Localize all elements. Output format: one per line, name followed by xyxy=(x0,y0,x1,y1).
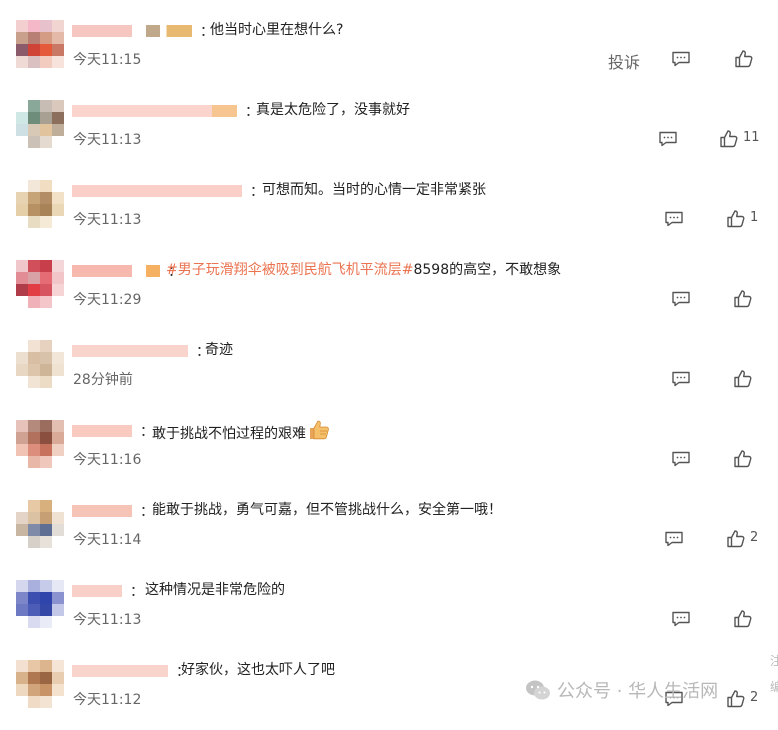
comment-body: 他当时心里在想什么? xyxy=(210,22,344,38)
comment-time: 今天11:13 xyxy=(73,132,142,148)
like-icon[interactable] xyxy=(732,288,754,310)
reply-icon[interactable] xyxy=(670,48,692,70)
hashtag-link[interactable]: #男子玩滑翔伞被吸到民航飞机平流层# xyxy=(166,262,413,278)
like-icon[interactable] xyxy=(732,368,754,390)
wechat-icon xyxy=(526,680,550,700)
comment-item: ：敢于挑战不怕过程的艰难 今天11:16 xyxy=(0,410,778,490)
avatar[interactable] xyxy=(16,500,64,548)
comment-time: 28分钟前 xyxy=(73,372,133,388)
like-icon[interactable] xyxy=(718,128,740,150)
comment-body: 可想而知。当时的心情一定非常紧张 xyxy=(262,182,486,198)
avatar[interactable] xyxy=(16,100,64,148)
comment-time: 今天11:15 xyxy=(73,52,142,68)
comment-body: 真是太危险了，没事就好 xyxy=(256,102,410,118)
avatar[interactable] xyxy=(16,580,64,628)
comment-item: ：奇迹 28分钟前 xyxy=(0,330,778,410)
reply-icon[interactable] xyxy=(657,128,679,150)
report-button[interactable]: 投诉 xyxy=(608,49,640,73)
like-icon[interactable] xyxy=(732,608,754,630)
reply-icon[interactable] xyxy=(670,608,692,630)
username[interactable]: ： xyxy=(72,664,198,680)
like-count: 2 xyxy=(750,530,759,545)
avatar[interactable] xyxy=(16,420,64,468)
username[interactable]: ： xyxy=(72,584,152,600)
comment-time: 今天11:14 xyxy=(73,532,142,548)
edge-marks: 注 编 xyxy=(770,648,778,700)
comment-item: ：他当时心里在想什么? 今天11:15 投诉 xyxy=(0,10,778,90)
comment-item: ：这种情况是非常危险的 今天11:13 xyxy=(0,570,778,650)
comment-text: #男子玩滑翔伞被吸到民航飞机平流层#8598的高空，不敢想象 xyxy=(166,258,561,282)
comment-text: 这种情况是非常危险的 xyxy=(145,578,285,602)
like-count: 11 xyxy=(743,130,760,145)
reply-icon[interactable] xyxy=(670,288,692,310)
comment-text: 好家伙，这也太吓人了吧 xyxy=(181,658,335,682)
comment-time: 今天11:12 xyxy=(73,692,142,708)
username[interactable]: ： xyxy=(72,24,222,40)
comment-item: ： #男子玩滑翔伞被吸到民航飞机平流层#8598的高空，不敢想象 今天11:29 xyxy=(0,250,778,330)
avatar[interactable] xyxy=(16,180,64,228)
username[interactable]: ： xyxy=(72,424,162,440)
comment-text: 能敢于挑战，勇气可嘉，但不管挑战什么，安全第一哦！ xyxy=(152,498,502,522)
like-icon[interactable] xyxy=(725,688,747,710)
reply-icon[interactable] xyxy=(663,208,685,230)
comment-body: 能敢于挑战，勇气可嘉，但不管挑战什么，安全第一哦！ xyxy=(152,502,502,518)
comment-text: 真是太危险了，没事就好 xyxy=(256,98,410,122)
like-count: 1 xyxy=(750,210,759,225)
like-icon[interactable] xyxy=(725,528,747,550)
watermark-text: 公众号 · 华人生活网 xyxy=(557,681,719,702)
comment-text: 敢于挑战不怕过程的艰难 xyxy=(152,418,332,450)
like-count: 2 xyxy=(750,690,759,705)
edge-mark: 编 xyxy=(770,680,778,694)
reply-icon[interactable] xyxy=(670,448,692,470)
username[interactable]: ： xyxy=(72,344,218,360)
like-icon[interactable] xyxy=(732,448,754,470)
username[interactable]: ： xyxy=(72,104,267,120)
comment-text: 奇迹 xyxy=(205,338,233,362)
comment-body: 敢于挑战不怕过程的艰难 xyxy=(152,426,306,442)
reply-icon[interactable] xyxy=(670,368,692,390)
username[interactable]: ： xyxy=(72,184,272,200)
comment-time: 今天11:29 xyxy=(73,292,142,308)
watermark: 公众号 · 华人生活网 xyxy=(525,677,718,703)
avatar[interactable] xyxy=(16,20,64,68)
comment-body: 8598的高空，不敢想象 xyxy=(413,262,562,278)
comment-time: 今天11:13 xyxy=(73,612,142,628)
username[interactable]: ： xyxy=(72,504,162,520)
comment-body: 这种情况是非常危险的 xyxy=(145,582,285,598)
comment-time: 今天11:13 xyxy=(73,212,142,228)
thumbs-up-emoji-icon xyxy=(308,418,332,450)
comment-text: 可想而知。当时的心情一定非常紧张 xyxy=(262,178,486,202)
like-icon[interactable] xyxy=(725,208,747,230)
comment-text: 他当时心里在想什么? xyxy=(210,18,343,42)
avatar[interactable] xyxy=(16,340,64,388)
comment-item: ：能敢于挑战，勇气可嘉，但不管挑战什么，安全第一哦！ 今天11:14 2 xyxy=(0,490,778,570)
edge-mark: 注 xyxy=(770,654,778,668)
reply-icon[interactable] xyxy=(663,528,685,550)
avatar[interactable] xyxy=(16,660,64,708)
comment-time: 今天11:16 xyxy=(73,452,142,468)
comment-body: 奇迹 xyxy=(205,342,233,358)
comment-item: ：真是太危险了，没事就好今天11:13 11 xyxy=(0,90,778,170)
avatar[interactable] xyxy=(16,260,64,308)
colon: ： xyxy=(130,584,144,600)
comment-body: 好家伙，这也太吓人了吧 xyxy=(181,662,335,678)
like-icon[interactable] xyxy=(733,48,755,70)
comment-item: ：可想而知。当时的心情一定非常紧张今天11:13 1 xyxy=(0,170,778,250)
